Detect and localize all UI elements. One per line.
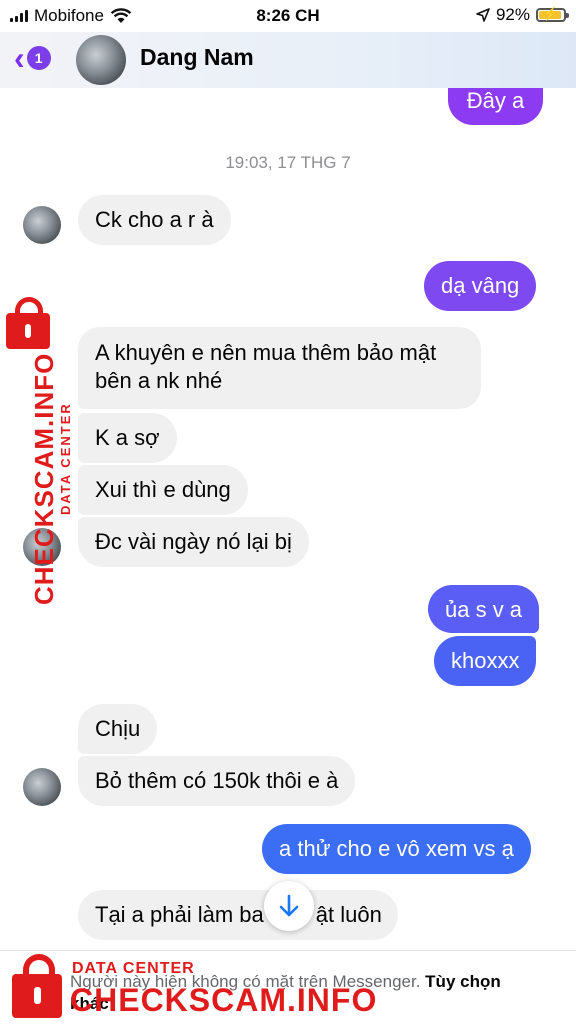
message-bubble-incoming[interactable]: Bỏ thêm có 150k thôi e à bbox=[78, 756, 356, 806]
watermark-bottom: DATA CENTER CHECKSCAM.INFO bbox=[6, 948, 376, 1024]
message-text-tail: ật luôn bbox=[315, 902, 382, 927]
watermark-label: DATA CENTER bbox=[58, 402, 73, 515]
unread-badge: 1 bbox=[26, 46, 51, 70]
watermark-brand: CHECKSCAM.INFO bbox=[29, 352, 59, 605]
back-button[interactable]: ‹ 1 bbox=[14, 42, 51, 74]
watermark-label: DATA CENTER bbox=[72, 960, 195, 977]
message-bubble-outgoing[interactable]: khoxxx bbox=[434, 636, 537, 686]
message-bubble-incoming[interactable]: A khuyên e nên mua thêm bảo mật bên a nk… bbox=[78, 327, 481, 409]
status-right: 92% ⚡ bbox=[476, 5, 569, 25]
message-timestamp: 19:03, 17 THG 7 bbox=[225, 153, 351, 172]
chevron-left-icon: ‹ bbox=[14, 40, 25, 76]
watermark-brand: CHECKSCAM.INFO bbox=[70, 982, 378, 1018]
battery-percent: 92% bbox=[495, 5, 530, 24]
battery-icon: ⚡ bbox=[536, 6, 569, 22]
message-bubble-outgoing[interactable]: dạ vâng bbox=[424, 261, 537, 311]
message-bubble-incoming[interactable]: Đc vài ngày nó lại bị bbox=[78, 517, 309, 567]
message-bubble-incoming[interactable]: Tại a phải làm ba ật luôn bbox=[78, 890, 398, 940]
status-bar: Mobifone 8:26 CH 92% ⚡ bbox=[0, 0, 576, 32]
message-bubble-incoming[interactable]: Xui thì e dùng bbox=[78, 465, 248, 515]
contact-avatar-small bbox=[23, 206, 61, 244]
lock-icon bbox=[6, 297, 50, 349]
message-bubble-incoming[interactable]: K a sợ bbox=[78, 413, 177, 463]
contact-name[interactable]: Dang Nam bbox=[140, 44, 254, 71]
charging-bolt-icon: ⚡ bbox=[542, 6, 560, 21]
message-text: Tại a phải làm ba bbox=[95, 902, 264, 927]
contact-avatar[interactable] bbox=[76, 35, 126, 85]
location-arrow-icon bbox=[476, 8, 490, 22]
message-bubble-outgoing[interactable]: a thử cho e vô xem vs ạ bbox=[262, 824, 531, 874]
message-bubble-incoming[interactable]: Chịu bbox=[78, 704, 158, 754]
chat-header: ‹ 1 Dang Nam bbox=[0, 32, 576, 88]
lock-icon bbox=[12, 954, 62, 1018]
arrow-down-icon bbox=[279, 894, 299, 917]
watermark-side: CHECKSCAM.INFO DATA CENTER bbox=[2, 297, 73, 605]
watermark-vertical-text: CHECKSCAM.INFO DATA CENTER bbox=[29, 352, 73, 605]
contact-avatar-small bbox=[23, 768, 61, 806]
scroll-to-bottom-button[interactable] bbox=[264, 881, 314, 931]
message-bubble-outgoing[interactable]: ủa s v a bbox=[428, 585, 540, 633]
message-bubble-incoming[interactable]: Ck cho a r à bbox=[78, 195, 231, 245]
